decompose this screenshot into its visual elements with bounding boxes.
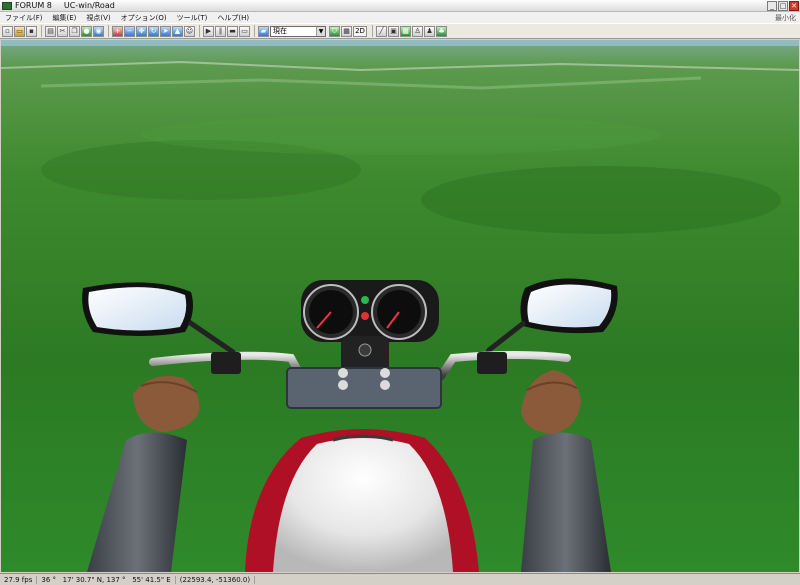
figure-icon[interactable]: ♙	[412, 25, 423, 37]
view-mode-select[interactable]: 現在 ▼	[270, 25, 326, 37]
figure-alt-icon[interactable]: ♟	[424, 25, 435, 37]
vehicle-view-icon[interactable]: ▰	[258, 25, 269, 37]
close-button[interactable]: ✕	[789, 0, 799, 11]
company-title: FORUM 8	[15, 1, 52, 10]
save-icon[interactable]: ▪	[26, 25, 37, 37]
menu-view[interactable]: 視点(V)	[81, 13, 115, 23]
new-icon[interactable]: ▫	[2, 25, 13, 37]
pause-icon[interactable]: ∥	[215, 25, 226, 37]
cut-icon[interactable]: ✂	[57, 25, 68, 37]
pan-icon[interactable]: ✥	[136, 25, 147, 37]
top-triple-clamp	[286, 367, 442, 409]
camera-icon[interactable]: ◉	[93, 25, 104, 37]
maximize-button[interactable]: □	[778, 0, 788, 11]
status-bar: 27.9 fps 36 ° 17' 30.7" N, 137 ° 55' 41.…	[0, 573, 800, 585]
walk-icon[interactable]: ➤	[160, 25, 171, 37]
menu-options[interactable]: オプション(O)	[116, 13, 172, 23]
title-bar: FORUM 8 UC-win/Road _ □ ✕	[0, 0, 800, 12]
road-icon[interactable]: ╱	[376, 25, 387, 37]
coords-readout: (22593.4, -51360.0)	[176, 575, 256, 584]
menu-edit[interactable]: 編集(E)	[48, 13, 82, 23]
lat-lon-readout: 36 ° 17' 30.7" N, 137 ° 55' 41.5" E	[37, 575, 176, 584]
app-logo-icon	[2, 1, 12, 10]
zoom-in-icon[interactable]: +	[112, 25, 123, 37]
grid-icon[interactable]: ▦	[400, 25, 411, 37]
print-icon[interactable]: ▤	[45, 25, 56, 37]
window-controls: _ □ ✕	[767, 0, 800, 11]
indicator-green	[361, 296, 369, 304]
fps-readout: 27.9 fps	[0, 575, 38, 584]
globe-icon[interactable]: ●	[81, 25, 92, 37]
map-icon[interactable]: ▦	[341, 25, 352, 37]
tree-icon[interactable]: ♣	[436, 25, 447, 37]
minimize-label[interactable]: 最小化	[775, 13, 800, 23]
play-icon[interactable]: ▶	[203, 25, 214, 37]
menu-help[interactable]: ヘルプ(H)	[212, 13, 254, 23]
fly-icon[interactable]: ▲	[172, 25, 183, 37]
menu-file[interactable]: ファイル(F)	[0, 13, 48, 23]
sky-band	[1, 40, 799, 46]
bus-icon[interactable]: ▭	[239, 25, 250, 37]
chevron-down-icon: ▼	[316, 26, 325, 36]
terrain-icon[interactable]: ▣	[388, 25, 399, 37]
minimize-button[interactable]: _	[767, 0, 777, 11]
open-icon[interactable]: ▭	[14, 25, 25, 37]
indicator-red	[361, 312, 369, 320]
two-d-button[interactable]: 2D	[353, 25, 367, 37]
application-window: FORUM 8 UC-win/Road _ □ ✕ ファイル(F) 編集(E) …	[0, 0, 800, 585]
3d-viewport[interactable]	[1, 40, 799, 572]
copy-icon[interactable]: ❐	[69, 25, 80, 37]
person-icon[interactable]: ☺	[184, 25, 195, 37]
car-icon[interactable]: ▬	[227, 25, 238, 37]
scene-svg	[1, 40, 799, 572]
menu-bar: ファイル(F) 編集(E) 視点(V) オプション(O) ツール(T) ヘルプ(…	[0, 12, 800, 23]
shield-icon[interactable]: ⛉	[329, 25, 340, 37]
menu-tools[interactable]: ツール(T)	[172, 13, 213, 23]
app-title: UC-win/Road	[63, 1, 115, 10]
zoom-out-icon[interactable]: −	[124, 25, 135, 37]
toolbar: ▫ ▭ ▪ ▤ ✂ ❐ ● ◉ + − ✥ ↻ ➤ ▲ ☺ ▶ ∥ ▬ ▭ ▰ …	[0, 23, 800, 39]
rotate-icon[interactable]: ↻	[148, 25, 159, 37]
view-mode-value: 現在	[273, 27, 287, 35]
